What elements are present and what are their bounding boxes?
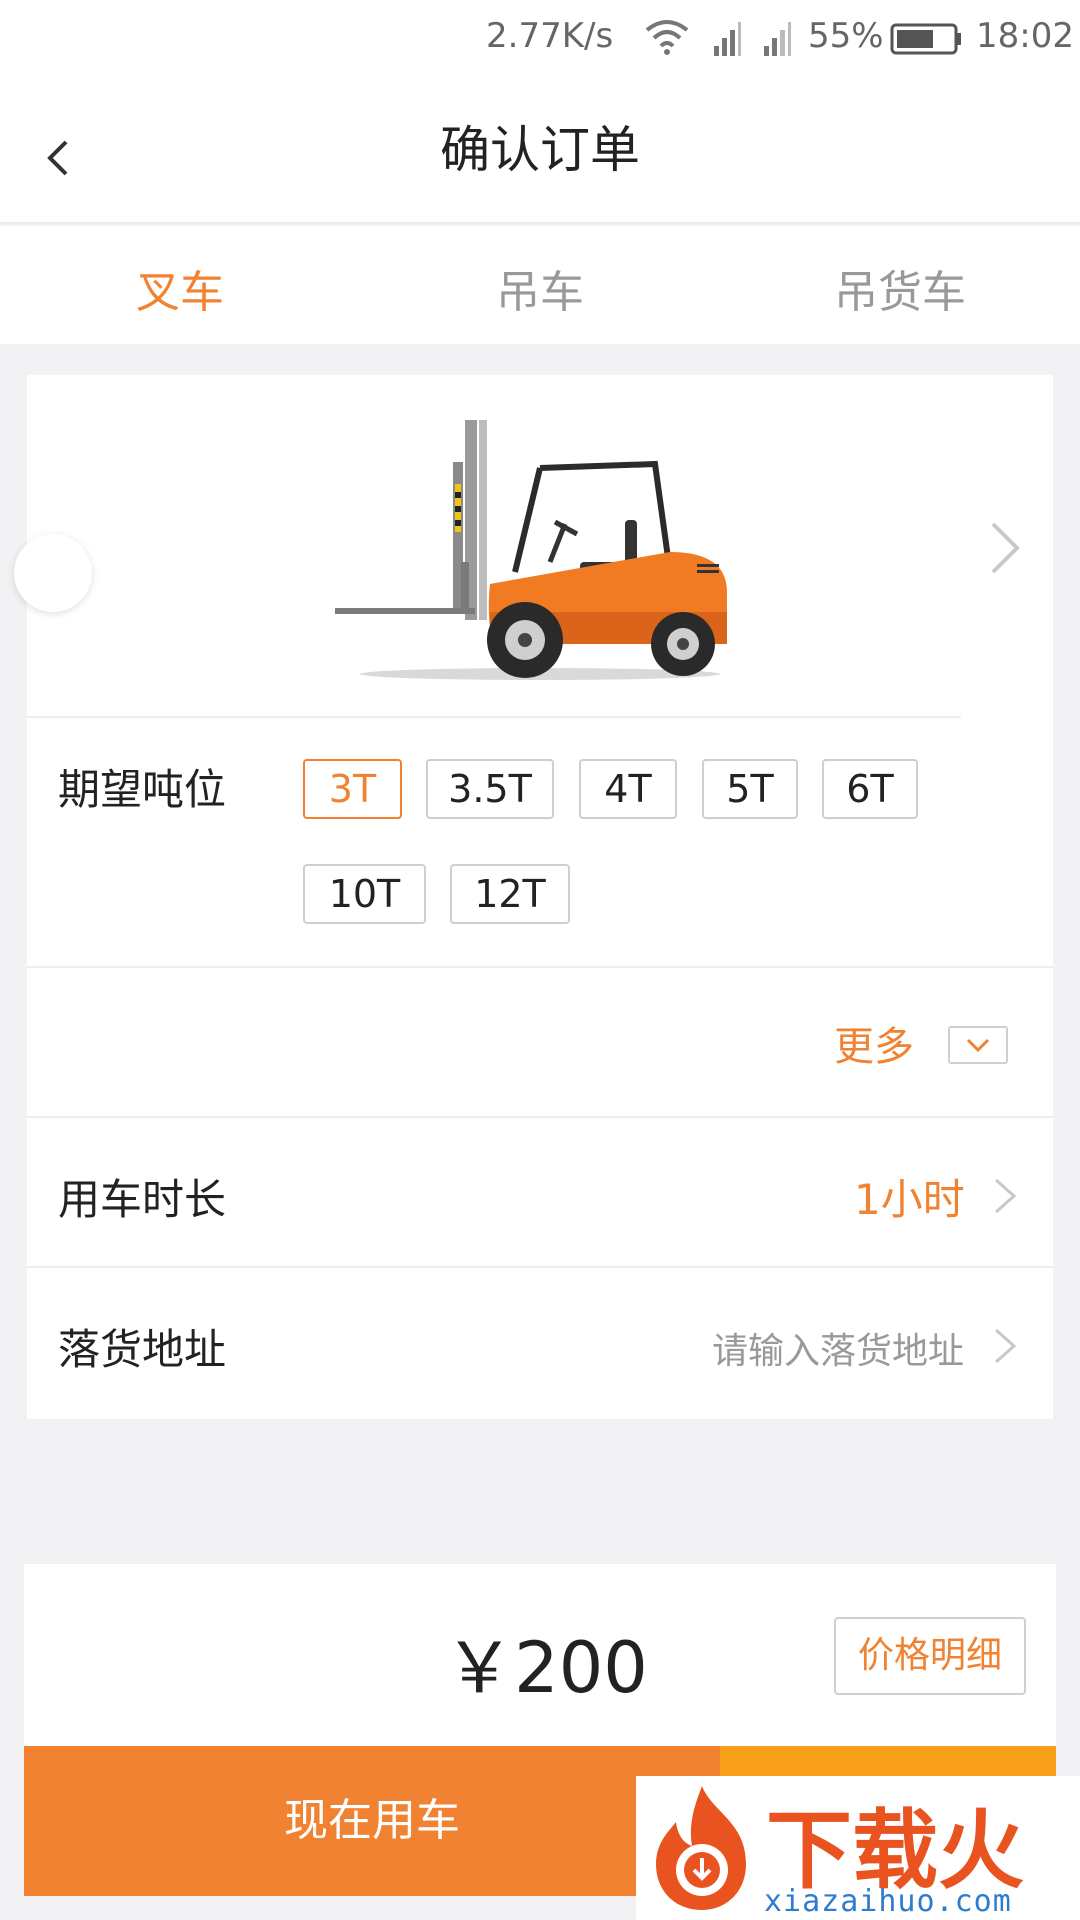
battery-icon [890, 23, 961, 55]
price-detail-button[interactable]: 价格明细 [834, 1617, 1026, 1695]
watermark: 下载火 xiazaihuo.com [636, 1776, 1080, 1920]
divider [27, 716, 961, 718]
address-input[interactable]: 请输入落货地址 [712, 1322, 964, 1374]
chevron-down-icon [966, 1038, 990, 1053]
tonnage-option-4t[interactable]: 4T [579, 759, 677, 819]
tonnage-option-3t[interactable]: 3T [303, 759, 402, 819]
tab-crane-truck[interactable]: 吊货车 [720, 256, 1080, 320]
tonnage-option-12t[interactable]: 12T [450, 864, 570, 924]
status-bar: 2.77K/s 55% 18:02 [0, 0, 1080, 80]
clock: 18:02 [976, 16, 1074, 56]
tab-crane[interactable]: 吊车 [360, 256, 720, 320]
more-options-label[interactable]: 更多 [834, 1014, 914, 1072]
address-label: 落货地址 [58, 1325, 227, 1374]
tonnage-label: 期望吨位 [58, 765, 227, 814]
chevron-right-icon [995, 1328, 1017, 1364]
tonnage-option-3-5t[interactable]: 3.5T [426, 759, 554, 819]
more-options-toggle[interactable] [948, 1026, 1008, 1064]
wifi-icon [645, 20, 689, 55]
battery-percent: 55% [808, 16, 884, 56]
tonnage-option-6t[interactable]: 6T [822, 759, 918, 819]
carousel-prev-handle[interactable] [14, 534, 92, 612]
divider [27, 966, 1053, 968]
signal-icon [764, 22, 791, 56]
chevron-right-icon[interactable] [985, 516, 1025, 580]
tab-forklift[interactable]: 叉车 [0, 256, 360, 320]
chevron-right-icon [995, 1178, 1017, 1214]
use-now-button[interactable]: 现在用车 [24, 1746, 720, 1896]
title-bar: 确认订单 [0, 80, 1080, 224]
signal-icon [714, 22, 741, 56]
tonnage-option-5t[interactable]: 5T [702, 759, 798, 819]
page-title: 确认订单 [440, 121, 640, 179]
forklift-image [335, 420, 727, 680]
duration-label: 用车时长 [58, 1175, 227, 1224]
duration-value: 1小时 [854, 1175, 965, 1224]
flame-logo-icon [656, 1786, 746, 1910]
vehicle-type-tabs: 叉车 吊车 吊货车 [0, 226, 1080, 344]
network-speed: 2.77K/s [486, 16, 614, 56]
tonnage-option-10t[interactable]: 10T [303, 864, 426, 924]
watermark-url: xiazaihuo.com [764, 1884, 1012, 1919]
